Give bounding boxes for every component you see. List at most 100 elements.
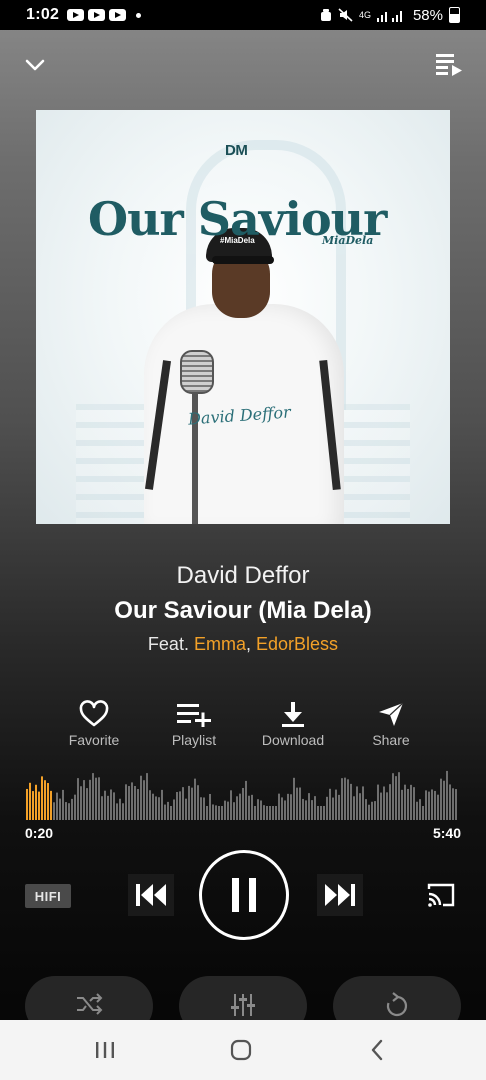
waveform-bar [224, 800, 226, 820]
waveform-bar [350, 783, 352, 820]
waveform-bar [176, 791, 178, 820]
pause-button[interactable] [199, 850, 289, 940]
waveform-bar [236, 796, 238, 820]
signal-icon [376, 11, 402, 22]
waveform-bar [113, 792, 115, 820]
share-button[interactable]: Share [346, 698, 436, 748]
waveform-bar [200, 797, 202, 820]
artist-name[interactable]: David Deffor [0, 562, 486, 590]
share-icon [379, 702, 404, 726]
waveform-bar [119, 798, 121, 820]
waveform-bar [371, 801, 373, 820]
favorite-label: Favorite [68, 732, 120, 748]
waveform-bar [386, 792, 388, 820]
shuffle-icon [77, 993, 103, 1015]
notification-icons [67, 9, 127, 21]
waveform-bar [392, 773, 394, 820]
artwork-subtitle: MiaDela [322, 234, 374, 247]
waveform-bar [395, 776, 397, 820]
waveform-bar [359, 793, 361, 820]
waveform-bar [398, 772, 400, 820]
waveform-bar [422, 806, 424, 820]
recent-apps-button[interactable] [85, 1036, 125, 1064]
waveform-bar [152, 793, 154, 820]
hifi-badge[interactable]: HIFI [25, 884, 71, 908]
waveform-bar [347, 779, 349, 820]
waveform-bar [356, 786, 358, 820]
favorite-button[interactable]: Favorite [49, 698, 139, 748]
waveform-bar [128, 786, 130, 820]
repeat-icon [386, 992, 408, 1017]
waveform-bar [302, 798, 304, 820]
waveform-bar [377, 784, 379, 820]
waveform-bar-played [32, 791, 34, 820]
track-title: Our Saviour (Mia Dela) [114, 597, 372, 624]
waveform-bar [353, 796, 355, 820]
waveform-bar [323, 806, 325, 820]
waveform-bar [452, 788, 454, 820]
home-button[interactable] [221, 1036, 261, 1064]
cast-button[interactable] [425, 880, 457, 910]
waveform-bar [203, 797, 205, 820]
waveform-bar [62, 789, 64, 820]
chevron-down-icon [25, 59, 45, 71]
waveform-bar [104, 790, 106, 820]
waveform-bar [107, 795, 109, 820]
feat-prefix: Feat. [147, 634, 189, 654]
more-notifications-dot [136, 12, 142, 18]
waveform-bar [221, 806, 223, 820]
waveform-bar [389, 784, 391, 820]
status-right: 4G 58% [320, 7, 460, 24]
waveform-bar-played [41, 776, 43, 820]
waveform-seekbar[interactable] [26, 766, 458, 820]
waveform-bar [206, 806, 208, 820]
featured-artist-link[interactable]: EdorBless [256, 634, 338, 654]
waveform-bar [131, 782, 133, 820]
waveform-bar [287, 793, 289, 820]
waveform-bar [185, 798, 187, 820]
waveform-bar [251, 794, 253, 820]
waveform-bar [290, 794, 292, 820]
waveform-bar [446, 770, 448, 820]
add-to-playlist-button[interactable]: Playlist [149, 698, 239, 748]
waveform-bar [77, 778, 79, 820]
waveform-bar [407, 788, 409, 820]
waveform-bar [299, 787, 301, 820]
waveform-bar-played [47, 783, 49, 820]
waveform-bar [263, 805, 265, 820]
waveform-bar [101, 796, 103, 820]
waveform-bar [56, 792, 58, 820]
waveform-bar-played [29, 782, 31, 820]
waveform-bar [245, 780, 247, 820]
waveform-bar [308, 793, 310, 820]
waveform-bar [167, 801, 169, 820]
waveform-bar [317, 806, 319, 820]
playlist-label: Playlist [171, 732, 217, 748]
waveform-bar [314, 796, 316, 820]
next-track-button[interactable] [317, 874, 363, 916]
mute-icon [338, 8, 353, 22]
status-time: 1:02 [26, 6, 60, 23]
featured-artists: Feat. Emma, EdorBless [0, 634, 486, 655]
back-button[interactable] [357, 1036, 397, 1064]
waveform-bar [140, 775, 142, 820]
download-button[interactable]: Download [248, 698, 338, 748]
waveform-bar [74, 794, 76, 820]
collapse-player-button[interactable] [22, 52, 48, 78]
pause-icon [232, 878, 256, 912]
queue-button[interactable] [434, 50, 464, 78]
featured-artist-link[interactable]: Emma [194, 634, 246, 654]
waveform-bar [212, 804, 214, 820]
waveform-bar [164, 804, 166, 820]
previous-track-button[interactable] [128, 874, 174, 916]
waveform-bar [368, 804, 370, 820]
waveform-bar [419, 799, 421, 820]
waveform-bar [434, 790, 436, 820]
artwork-logo: DM [225, 142, 248, 159]
waveform-bar [404, 784, 406, 820]
waveform-bar [233, 802, 235, 820]
alarm-icon [320, 9, 331, 21]
waveform-bar-played [38, 791, 40, 820]
skip-previous-icon [136, 884, 166, 906]
heart-icon [79, 700, 109, 727]
